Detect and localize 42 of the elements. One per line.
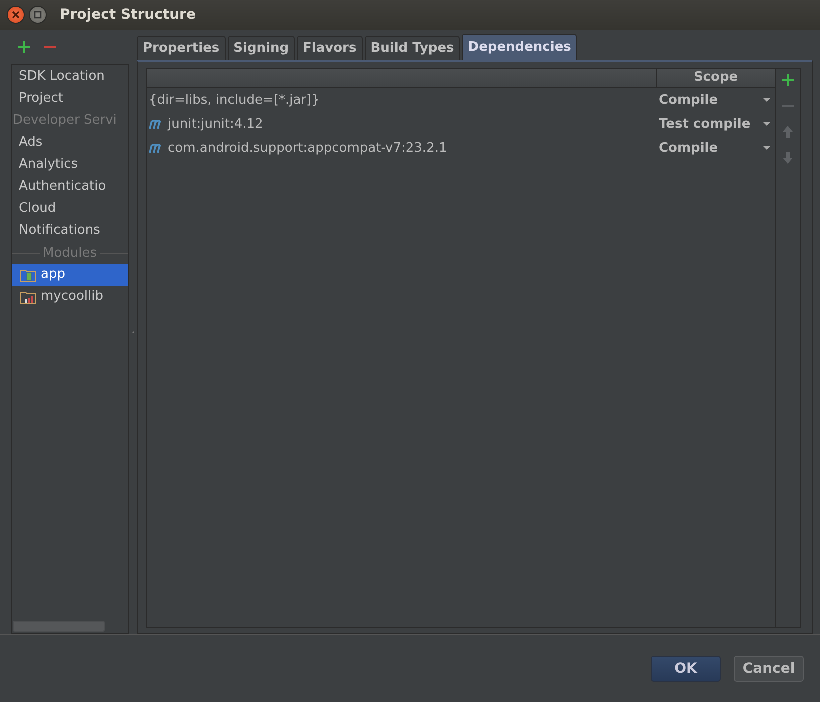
dropdown-arrow-icon <box>763 122 771 126</box>
maven-icon <box>149 118 164 130</box>
add-icon[interactable] <box>781 73 795 87</box>
maximize-icon <box>34 11 42 19</box>
tab[interactable]: Properties <box>137 36 226 60</box>
folder-chart-icon <box>20 290 36 304</box>
dependency-name: com.android.support:appcompat-v7:23.2.1 <box>168 140 448 156</box>
close-button[interactable] <box>7 6 25 24</box>
folder-phone-icon <box>20 268 36 282</box>
module-item[interactable]: app <box>12 264 128 286</box>
dropdown-arrow-icon <box>763 146 771 150</box>
move-down-icon[interactable] <box>782 151 794 165</box>
move-up-icon[interactable] <box>782 125 794 139</box>
dependency-name: {dir=libs, include=[*.jar]} <box>149 92 320 108</box>
module-item[interactable]: mycoollib <box>12 286 128 308</box>
scope-dropdown[interactable]: Test compile <box>654 116 775 132</box>
close-icon <box>12 11 20 19</box>
scope-dropdown[interactable]: Compile <box>654 92 775 108</box>
sidebar-item[interactable]: Cloud <box>12 198 128 220</box>
sidebar-item[interactable]: Authenticatio <box>12 176 128 198</box>
sidebar-item[interactable]: Ads <box>12 132 128 154</box>
dialog-button[interactable]: Cancel <box>734 656 804 682</box>
dropdown-arrow-icon <box>763 98 771 102</box>
tab[interactable]: Flavors <box>297 36 363 60</box>
sidebar-item[interactable]: Project <box>12 88 128 110</box>
section-header: Modules <box>42 246 98 260</box>
sidebar-item[interactable]: Analytics <box>12 154 128 176</box>
add-icon[interactable] <box>17 40 31 54</box>
column-header[interactable]: Scope <box>657 69 775 87</box>
sidebar-item[interactable]: SDK Location <box>12 66 128 88</box>
scrollbar[interactable] <box>13 621 105 632</box>
dependency-name: junit:junit:4.12 <box>168 116 264 132</box>
window-title: Project Structure <box>60 7 196 23</box>
dialog-button[interactable]: OK <box>651 656 721 682</box>
maximize-button[interactable] <box>29 6 47 24</box>
sidebar-item[interactable]: Notifications <box>12 220 128 242</box>
tab[interactable]: Build Types <box>364 36 460 60</box>
tab[interactable]: Dependencies <box>462 34 578 60</box>
maven-icon <box>149 142 164 154</box>
scope-dropdown[interactable]: Compile <box>654 140 775 156</box>
tab[interactable]: Signing <box>228 36 296 60</box>
section-header: Developer Servi <box>12 112 118 130</box>
